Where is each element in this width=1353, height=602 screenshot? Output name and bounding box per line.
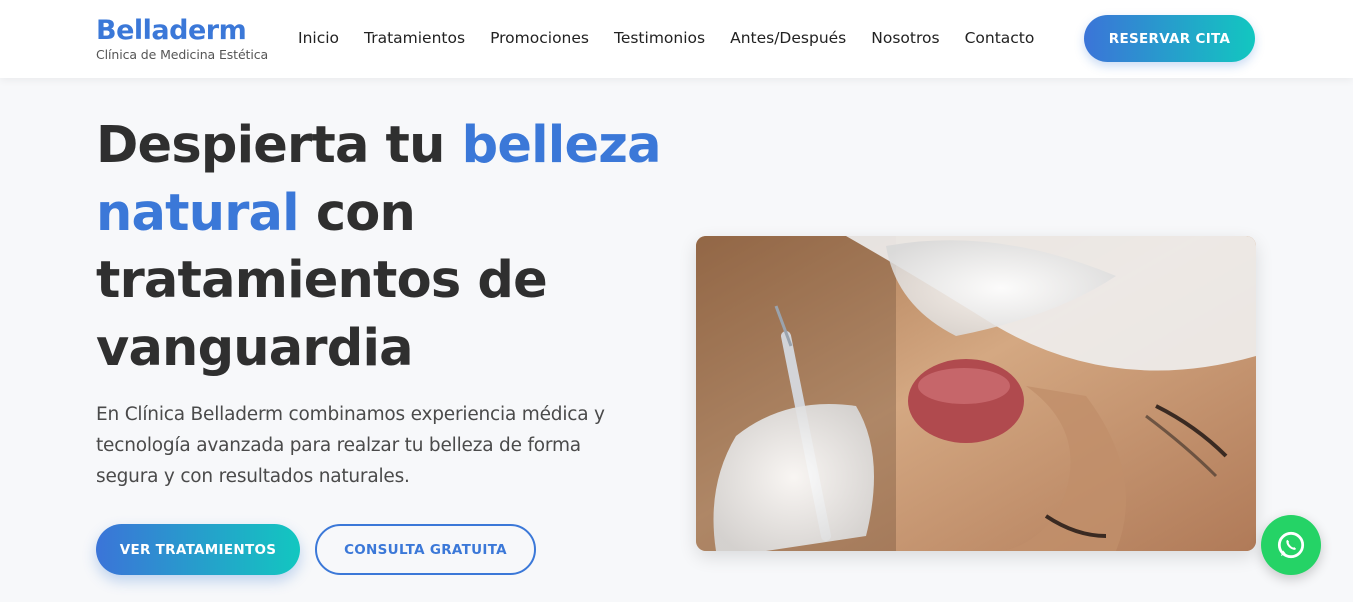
hero-title-part1: Despierta tu bbox=[96, 116, 462, 175]
nav-item-promociones[interactable]: Promociones bbox=[490, 27, 589, 49]
hero-title-accent1: belleza bbox=[461, 116, 662, 175]
nav-item-tratamientos[interactable]: Tratamientos bbox=[364, 27, 465, 49]
hero-image bbox=[696, 236, 1256, 551]
hero-title-line3: tratamientos de bbox=[96, 251, 548, 310]
hero-title-accent2: natural bbox=[96, 183, 300, 243]
nav-item-nosotros[interactable]: Nosotros bbox=[871, 27, 939, 49]
free-consultation-button[interactable]: CONSULTA GRATUITA bbox=[315, 524, 536, 575]
main-nav: Inicio Tratamientos Promociones Testimon… bbox=[298, 27, 1059, 49]
brand-name: Belladerm bbox=[96, 15, 247, 46]
hero-title: Despierta tu belleza natural con tratami… bbox=[96, 112, 676, 382]
hero-title-line4: vanguardia bbox=[96, 318, 414, 378]
lip-injection-photo-icon bbox=[696, 236, 1256, 551]
hero-title-part2: con bbox=[298, 183, 416, 243]
nav-item-contacto[interactable]: Contacto bbox=[965, 27, 1035, 49]
whatsapp-icon bbox=[1277, 531, 1305, 559]
view-treatments-button[interactable]: VER TRATAMIENTOS bbox=[96, 524, 300, 575]
site-header: Belladerm Clínica de Medicina Estética I… bbox=[0, 0, 1353, 78]
whatsapp-button[interactable] bbox=[1261, 515, 1321, 575]
brand-tagline: Clínica de Medicina Estética bbox=[96, 47, 269, 62]
nav-item-inicio[interactable]: Inicio bbox=[298, 27, 339, 49]
nav-item-antes-despues[interactable]: Antes/Después bbox=[730, 27, 846, 49]
hero-description: En Clínica Belladerm combinamos experien… bbox=[96, 404, 605, 487]
brand-logo[interactable]: Belladerm Clínica de Medicina Estética bbox=[96, 15, 268, 62]
reserve-appointment-button[interactable]: RESERVAR CITA bbox=[1084, 15, 1255, 62]
nav-item-testimonios[interactable]: Testimonios bbox=[614, 27, 705, 49]
